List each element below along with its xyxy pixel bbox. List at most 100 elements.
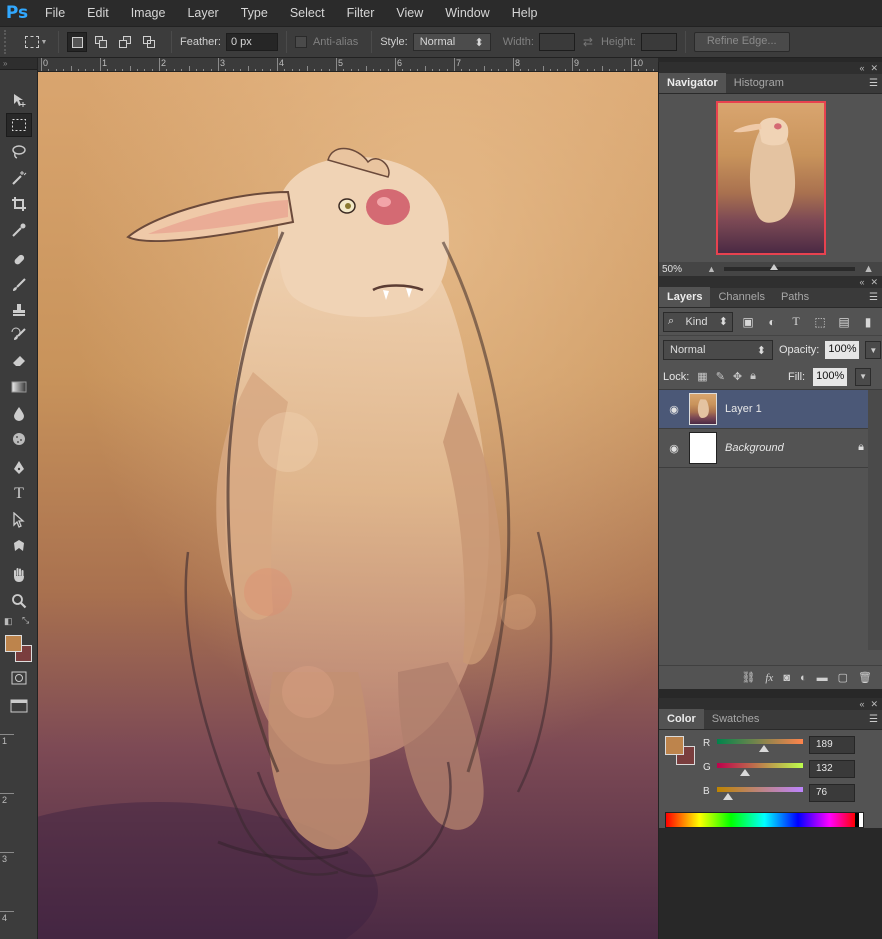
antialias-checkbox[interactable] <box>294 36 307 48</box>
menu-help[interactable]: Help <box>501 0 549 26</box>
filter-pixel-icon[interactable]: ▣ <box>739 313 757 331</box>
foreground-color-swatch[interactable] <box>5 635 22 652</box>
slider-thumb[interactable] <box>769 264 778 270</box>
tab-layers[interactable]: Layers <box>659 287 711 307</box>
menu-select[interactable]: Select <box>279 0 336 26</box>
filter-type-icon[interactable]: T <box>787 313 805 331</box>
color-spectrum-ramp[interactable] <box>665 812 864 828</box>
menu-filter[interactable]: Filter <box>336 0 386 26</box>
collapse-icon[interactable]: « <box>859 63 864 73</box>
blue-input[interactable]: 76 <box>809 784 855 802</box>
intersect-selection-button[interactable] <box>139 32 159 52</box>
green-input[interactable]: 132 <box>809 760 855 778</box>
width-input[interactable] <box>538 33 575 51</box>
new-layer-icon[interactable]: ▢ <box>838 671 848 684</box>
tab-histogram[interactable]: Histogram <box>726 73 792 93</box>
feather-input[interactable] <box>225 33 278 51</box>
menu-image[interactable]: Image <box>120 0 177 26</box>
menu-layer[interactable]: Layer <box>176 0 229 26</box>
collapse-icon[interactable]: « <box>859 699 864 709</box>
new-selection-button[interactable] <box>67 32 87 52</box>
fx-icon[interactable]: fx <box>765 672 773 684</box>
filter-smart-object-icon[interactable]: ▤ <box>835 313 853 331</box>
menu-window[interactable]: Window <box>434 0 500 26</box>
ruler-number: 0 <box>43 58 49 68</box>
link-layers-icon[interactable]: ⛓ <box>741 671 755 684</box>
zoom-in-icon[interactable]: ▲ <box>863 263 874 275</box>
panel-menu-icon[interactable]: ☰ <box>869 714 878 725</box>
tab-channels[interactable]: Channels <box>710 287 772 307</box>
panel-menu-icon[interactable]: ☰ <box>869 78 878 89</box>
layer-row-layer-1[interactable]: ◉ Layer 1 <box>659 390 882 429</box>
style-select[interactable]: Normal ⬍ <box>412 33 491 51</box>
tab-color[interactable]: Color <box>659 709 704 729</box>
close-icon[interactable]: ✕ <box>870 63 878 74</box>
subtract-from-selection-button[interactable] <box>115 32 135 52</box>
lock-all-icon[interactable]: 🔒︎ <box>750 370 756 383</box>
red-input[interactable]: 189 <box>809 736 855 754</box>
collapse-icon[interactable]: « <box>859 277 864 287</box>
close-icon[interactable]: ✕ <box>870 699 878 710</box>
visibility-eye-icon[interactable]: ◉ <box>659 403 689 416</box>
green-slider[interactable] <box>717 763 803 768</box>
layer-name[interactable]: Background <box>725 442 784 454</box>
new-group-icon[interactable]: ▬ <box>817 672 828 684</box>
blue-slider[interactable] <box>717 787 803 792</box>
adjustment-layer-icon[interactable]: ◐ <box>800 672 807 684</box>
zoom-out-icon[interactable]: ▲ <box>707 264 716 274</box>
blend-mode-select[interactable]: Normal ⬍ <box>663 340 773 360</box>
filter-toggle-icon[interactable]: ▮ <box>859 313 877 331</box>
horizontal-ruler[interactable]: 0 1 2 3 4 5 6 7 8 9 10 <box>38 58 658 72</box>
green-slider-thumb[interactable] <box>740 769 750 776</box>
lock-transparent-icon[interactable]: ▦ <box>697 370 707 383</box>
document-canvas[interactable] <box>38 72 658 939</box>
tools-panel-header[interactable]: » <box>0 58 37 70</box>
foreground-color-swatch[interactable] <box>665 736 684 755</box>
color-body: R 189 G 132 B 76 <box>659 730 882 840</box>
zoom-slider[interactable] <box>723 264 856 271</box>
opacity-dropdown[interactable]: ▼ <box>865 341 882 359</box>
blue-slider-thumb[interactable] <box>723 793 733 800</box>
lock-image-icon[interactable]: ✎ <box>716 370 725 383</box>
refine-edge-button[interactable]: Refine Edge... <box>693 32 790 52</box>
add-mask-icon[interactable]: ◙ <box>783 672 790 684</box>
tab-navigator[interactable]: Navigator <box>659 73 726 93</box>
blue-label: B <box>703 786 710 797</box>
close-icon[interactable]: ✕ <box>870 277 878 288</box>
layer-name[interactable]: Layer 1 <box>725 403 762 415</box>
swap-dimensions-icon[interactable]: ⇄ <box>583 35 593 49</box>
lock-position-icon[interactable]: ✥ <box>733 370 742 383</box>
red-slider[interactable] <box>717 739 803 744</box>
options-grip[interactable] <box>4 30 14 54</box>
menu-view[interactable]: View <box>385 0 434 26</box>
layer-filter-row: ⌕ Kind ⬍ ▣ ◐ T ⬚ ▤ ▮ <box>659 308 882 336</box>
divider <box>285 31 287 53</box>
lock-icon: 🔒︎ <box>858 441 864 453</box>
menu-type[interactable]: Type <box>230 0 279 26</box>
new-selection-icon <box>71 36 83 48</box>
filter-shape-icon[interactable]: ⬚ <box>811 313 829 331</box>
divider <box>171 31 172 53</box>
red-slider-thumb[interactable] <box>759 745 769 752</box>
ruler-number: 10 <box>633 58 644 68</box>
filter-kind-select[interactable]: ⌕ Kind ⬍ <box>663 311 733 332</box>
visibility-eye-icon[interactable]: ◉ <box>659 442 689 455</box>
tool-preset-picker[interactable]: ▼ <box>22 31 50 53</box>
navigator-thumbnail[interactable] <box>716 101 826 255</box>
filter-adjustment-icon[interactable]: ◐ <box>763 313 781 331</box>
opacity-input[interactable]: 100% <box>825 341 860 359</box>
height-input[interactable] <box>640 33 677 51</box>
add-to-selection-button[interactable] <box>91 32 111 52</box>
tab-paths[interactable]: Paths <box>773 287 817 307</box>
fill-input[interactable]: 100% <box>813 367 848 386</box>
zoom-level[interactable]: 50% <box>659 264 707 275</box>
fill-dropdown[interactable]: ▼ <box>855 367 872 386</box>
layers-scrollbar[interactable] <box>868 390 882 650</box>
vertical-ruler[interactable]: 1 2 3 4 <box>0 72 38 939</box>
layer-row-background[interactable]: ◉ Background 🔒︎ <box>659 429 882 468</box>
tab-swatches[interactable]: Swatches <box>704 709 768 729</box>
delete-layer-icon[interactable]: 🗑︎ <box>858 671 872 684</box>
panel-menu-icon[interactable]: ☰ <box>869 292 878 303</box>
menu-edit[interactable]: Edit <box>76 0 120 26</box>
menu-file[interactable]: File <box>34 0 76 26</box>
